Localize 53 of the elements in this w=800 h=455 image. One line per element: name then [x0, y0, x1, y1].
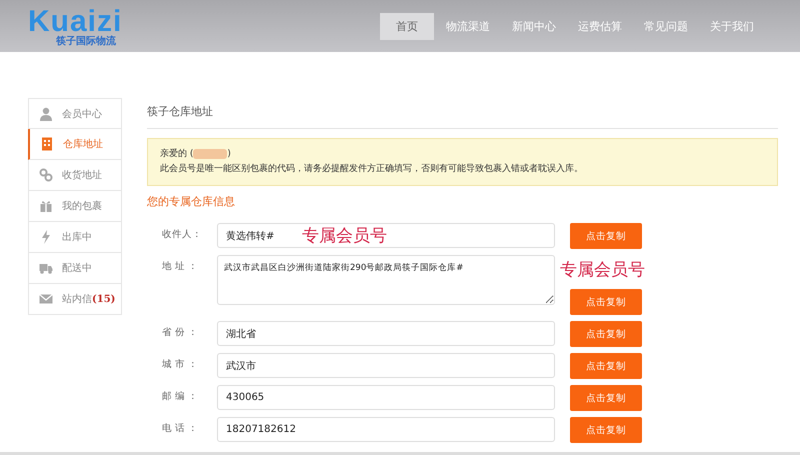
building-icon	[40, 137, 54, 151]
truck-icon	[39, 261, 53, 275]
sidebar-item[interactable]: 我的包裹	[28, 191, 122, 222]
field-label: 城 市 ：	[162, 358, 200, 371]
nav-tab[interactable]: 运费估算	[568, 12, 632, 40]
sidebar-label: 收货地址	[62, 168, 102, 182]
greeting-text: )	[227, 149, 231, 159]
greeting-text: 亲爱的 (	[160, 149, 194, 159]
sidebar-label: 会员中心	[62, 108, 102, 120]
copy-button[interactable]: 点击复制	[570, 223, 642, 249]
field-label: 电 话 ：	[162, 422, 200, 435]
link-icon	[39, 168, 53, 182]
field-label: 地 址 ：	[162, 260, 200, 273]
input-field[interactable]: 430065	[217, 385, 555, 410]
sidebar-item[interactable]: 出库中	[28, 222, 122, 253]
input-field[interactable]: 18207182612	[217, 417, 555, 442]
sidebar-item[interactable]: 配送中	[28, 253, 122, 284]
field-label: 省 份 ：	[162, 326, 200, 339]
address-field[interactable]: 武汉市武昌区白沙洲街道陆家街290号邮政局筷子国际仓库#	[217, 255, 555, 305]
blurred-name	[193, 148, 228, 159]
nav-tab[interactable]: 物流渠道	[436, 12, 500, 40]
copy-button[interactable]: 点击复制	[570, 385, 642, 411]
bolt-icon	[39, 230, 53, 244]
gift-icon	[39, 199, 53, 213]
nav-tab[interactable]: 关于我们	[700, 12, 764, 40]
sidebar-item[interactable]: 仓库地址	[28, 129, 122, 160]
annotation-text: 专属会员号	[302, 225, 387, 247]
sidebar-label: 出库中	[62, 230, 92, 244]
sidebar-label: 我的包裹	[62, 200, 102, 213]
mail-icon	[39, 292, 53, 306]
nav-tab[interactable]: 新闻中心	[502, 12, 566, 40]
field-label: 邮 编 ：	[162, 390, 200, 403]
sidebar-label: 配送中	[62, 262, 92, 275]
field-label: 收件人：	[162, 228, 202, 241]
nav-tab[interactable]: 常见问题	[634, 12, 698, 40]
sidebar-label: 仓库地址	[63, 138, 103, 151]
notice-text: 此会员号是唯一能区别包裹的代码，请务必提醒发件方正确填写，否则有可能导致包裹入错或者耽误入库。	[160, 162, 584, 176]
copy-button[interactable]: 点击复制	[570, 417, 642, 443]
section-title: 您的专属仓库信息	[147, 194, 236, 209]
user-icon	[39, 106, 53, 120]
sidebar-item[interactable]: 会员中心	[28, 98, 122, 129]
copy-button[interactable]: 点击复制	[570, 289, 642, 315]
copy-button[interactable]: 点击复制	[570, 353, 642, 379]
input-field[interactable]: 湖北省	[217, 321, 555, 346]
input-field[interactable]: 武汉市	[217, 353, 555, 378]
page-title: 筷子仓库地址	[147, 98, 778, 129]
sidebar-item[interactable]: 收货地址	[28, 160, 122, 191]
logo-subtitle: 筷子国际物流	[56, 37, 117, 47]
sidebar-item[interactable]: 站内信(15)	[28, 284, 122, 315]
sidebar-label: 站内信(15)	[62, 292, 116, 306]
annotation-text: 专属会员号	[560, 259, 645, 281]
nav-tab[interactable]: 首页	[380, 12, 434, 40]
copy-button[interactable]: 点击复制	[570, 321, 642, 347]
